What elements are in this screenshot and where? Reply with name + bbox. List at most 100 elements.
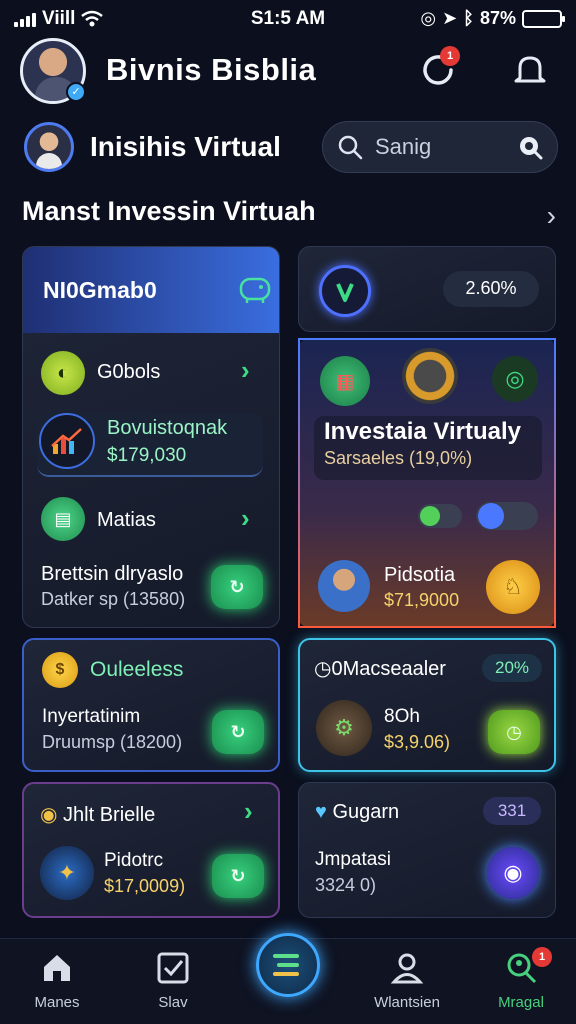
profile-avatar[interactable] (24, 122, 74, 172)
nav-label: Wlantsien (374, 994, 440, 1011)
document-icon: ▤ (41, 497, 85, 541)
ouleeless-card[interactable]: $ Ouleeless Inyertatinim Druumsp (18200)… (22, 638, 280, 772)
alarm-icon: ◎ (420, 8, 437, 28)
nav-item-tasks[interactable]: Slav (118, 951, 228, 1011)
gugarn-title-text: Gugarn (332, 801, 400, 823)
nav-center-button[interactable] (256, 933, 320, 997)
search-voice-icon[interactable] (517, 134, 543, 160)
chevron-right-icon[interactable]: › (241, 503, 250, 534)
gugarn-amount: 3324 0) (315, 875, 377, 895)
battery-icon (522, 9, 565, 28)
chart-growth-icon (39, 413, 95, 469)
stats-card[interactable]: 2.60% (298, 246, 556, 332)
list-item-label: G0bols (97, 361, 161, 383)
bluetooth-icon: ᛒ (463, 8, 474, 28)
summary-title: Brettsin dlryaslo (41, 563, 184, 585)
nav-item-profile[interactable]: Wlantsien (352, 951, 462, 1011)
investment-title: Bovuistoqnak (107, 417, 228, 439)
jhlt-item: Pidotrc (104, 850, 164, 871)
check-shield-icon (319, 265, 371, 317)
camera-icon[interactable]: ◉ (487, 847, 539, 899)
featured-investment-card[interactable]: ▦ ◎ Investaia Virtualy Sarsaeles (19,0%)… (298, 338, 556, 628)
rocket-icon: ✦ (40, 846, 94, 900)
nav-badge: 1 (532, 947, 552, 967)
ouleeless-amount: Druumsp (18200) (42, 732, 183, 752)
jhlt-amount: $17,0009) (104, 876, 186, 896)
bell-icon (514, 56, 546, 83)
nav-item-search-users[interactable]: 1 Mragal (466, 947, 576, 1011)
robot-icon: ⚙ (316, 700, 372, 756)
nav-label: Manes (34, 994, 80, 1011)
section-header[interactable]: Manst Invessin Virtuah › (22, 196, 556, 236)
gugarn-card[interactable]: ♥ Gugarn 331 Jmpatasi 3324 0) ◉ (298, 782, 556, 918)
gugarn-title: ♥ Gugarn (315, 801, 399, 824)
calculator-icon: ▦ (320, 356, 370, 406)
nav-label: Mragal (498, 994, 544, 1011)
macseaaler-title-text: 0Macseaaler (331, 658, 446, 680)
nav-label: Slav (158, 994, 188, 1011)
clock-icon: ◷ (314, 658, 332, 680)
battery-percent: 87% (479, 8, 516, 28)
stats-value: 2.60% (465, 278, 517, 298)
toggle-switch[interactable] (476, 502, 538, 530)
action-button[interactable]: ◷ (488, 710, 540, 754)
percent-badge-value: 20% (494, 658, 530, 677)
jhlt-title: ◉ Jhlt Brielle (40, 802, 155, 827)
target-icon: ◎ (492, 356, 538, 402)
vault-icon (402, 348, 458, 404)
search-icon (338, 135, 363, 160)
chevron-right-icon[interactable]: › (244, 796, 253, 827)
count-badge-value: 331 (497, 801, 527, 820)
nav-item-home[interactable]: Manes (2, 951, 112, 1011)
chevron-right-icon[interactable]: › (547, 200, 556, 232)
summary-subtitle: Datker sp (13580) (41, 589, 186, 609)
list-item-label: Matias (97, 509, 156, 531)
heart-icon: ♥ (315, 801, 333, 823)
ouleeless-title: Ouleeless (90, 658, 184, 681)
macseaaler-card[interactable]: ◷0Macseaaler 20% ⚙ 8Oh $3,9.06) ◷ (298, 638, 556, 772)
ouleeless-item: Inyertatinim (42, 706, 141, 727)
action-button[interactable]: ↻ (212, 710, 264, 754)
section-title: Manst Invessin Virtuah (22, 196, 316, 226)
location-icon: ➤ (442, 8, 458, 28)
person-avatar (318, 560, 370, 612)
investment-value: $179,030 (107, 445, 187, 466)
verified-badge-icon: ✓ (66, 82, 86, 102)
action-button[interactable]: ↻ (212, 854, 264, 898)
app-header: ✓ Bivnis Bisblia 1 (0, 36, 576, 112)
macseaaler-title: ◷0Macseaaler (314, 656, 446, 681)
featured-title: Investaia Virtualy (324, 418, 521, 445)
search-input[interactable]: Sanig (322, 121, 558, 173)
bull-icon[interactable]: ♘ (486, 560, 540, 614)
app-title: Bivnis Bisblia (106, 52, 317, 87)
jhlt-card[interactable]: ◉ Jhlt Brielle › ✦ Pidotrc $17,0009) ↻ (22, 782, 280, 918)
profile-name: Inisihis Virtual (90, 131, 281, 162)
gugarn-item: Jmpatasi (315, 849, 392, 870)
jhlt-title-text: Jhlt Brielle (63, 804, 156, 826)
toggle-switch[interactable] (418, 504, 462, 528)
featured-subtitle: Sarsaeles (19,0%) (324, 448, 473, 468)
action-button[interactable]: ↻ (211, 565, 263, 609)
notifications-button[interactable] (506, 46, 554, 94)
user-icon (390, 953, 424, 984)
featured-person-name: Pidsotia (384, 564, 456, 586)
search-placeholder: Sanig (375, 134, 432, 159)
featured-amount: $71,9000 (384, 590, 460, 610)
menu-icon (273, 954, 299, 976)
profile-search-row: Inisihis Virtual Sanig (0, 118, 576, 178)
coin-icon: $ (42, 652, 78, 688)
portfolio-title: NI0Gmab0 (43, 277, 157, 303)
macseaaler-line1: 8Oh (384, 706, 420, 727)
coin-icon: ◐ (41, 351, 85, 395)
coin-icon: ◉ (40, 804, 64, 826)
status-bar: Viill S1:5 AM ◎ ➤ ᛒ 87% (0, 0, 576, 36)
home-icon (44, 955, 70, 981)
piggy-bank-icon (239, 277, 271, 303)
portfolio-card[interactable]: NI0Gmab0 ◐ G0bols › Bovuistoqnak $179,03… (22, 246, 280, 628)
checkbox-icon (157, 952, 189, 984)
status-right: ◎ ➤ ᛒ 87% (420, 8, 565, 29)
chevron-right-icon[interactable]: › (241, 355, 250, 386)
refresh-button[interactable]: 1 (414, 46, 462, 94)
bottom-navigation: Manes Slav Wlantsien 1 Mragal (0, 933, 576, 1024)
notification-badge: 1 (440, 46, 460, 66)
